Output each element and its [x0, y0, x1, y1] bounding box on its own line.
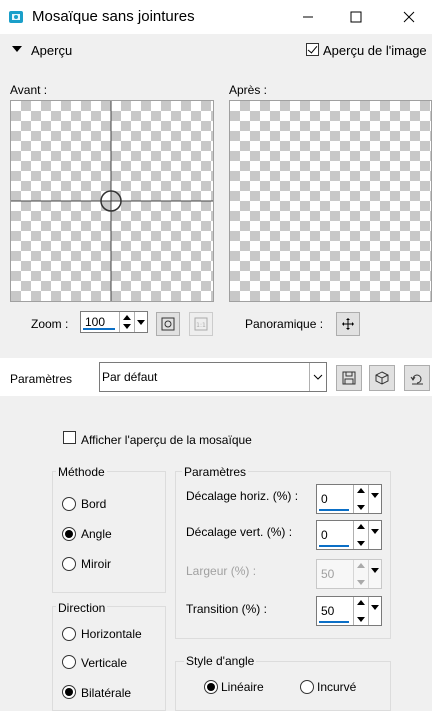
- presets-dropdown-icon[interactable]: [309, 363, 326, 391]
- crosshair-overlay: [11, 101, 213, 301]
- zoom-underline: [83, 328, 115, 330]
- after-preview[interactable]: [229, 100, 432, 302]
- random-preset-button[interactable]: [369, 365, 395, 391]
- method-label-miroir[interactable]: Miroir: [81, 557, 111, 571]
- app-icon: [8, 9, 24, 25]
- presets-selected-value: Par défaut: [102, 370, 158, 384]
- before-preview[interactable]: [10, 100, 214, 302]
- zoom-arrows[interactable]: [119, 312, 133, 332]
- transition-underline: [319, 621, 349, 623]
- method-label-bord[interactable]: Bord: [81, 497, 106, 511]
- corner-style-title: Style d'angle: [184, 654, 257, 668]
- pan-icon: [342, 318, 354, 330]
- zoom-actual-button[interactable]: 1:1: [189, 312, 213, 336]
- h-offset-dropdown-icon[interactable]: [368, 485, 380, 513]
- transition-label: Transition (%) :: [186, 602, 267, 616]
- direction-title: Direction: [56, 601, 108, 615]
- width-label: Largeur (%) :: [186, 564, 257, 578]
- width-arrows: [353, 560, 367, 588]
- direction-radio-horizontale[interactable]: [62, 627, 76, 641]
- v-offset-dropdown-icon[interactable]: [368, 521, 380, 549]
- corner-radio-lineaire[interactable]: [204, 680, 218, 694]
- window-title: Mosaïque sans jointures: [32, 8, 195, 25]
- direction-label-horizontale[interactable]: Horizontale: [81, 627, 142, 641]
- pan-label: Panoramique :: [245, 317, 324, 331]
- maximize-button[interactable]: [333, 0, 379, 34]
- transition-dropdown-icon[interactable]: [368, 597, 380, 625]
- reset-icon: [410, 374, 423, 385]
- v-offset-value[interactable]: 0: [321, 528, 328, 542]
- width-dropdown-icon: [368, 560, 380, 588]
- maximize-icon: [350, 11, 362, 23]
- zoom-value[interactable]: 100: [85, 315, 105, 329]
- zoom-fit-button[interactable]: [156, 312, 180, 336]
- h-offset-stepper[interactable]: 0: [316, 484, 382, 514]
- presets-select[interactable]: Par défaut: [99, 362, 327, 392]
- params-title: Paramètres: [182, 465, 249, 479]
- h-offset-label: Décalage horiz. (%) :: [186, 489, 299, 503]
- corner-label-lineaire[interactable]: Linéaire: [221, 680, 264, 694]
- minimize-button[interactable]: [285, 0, 331, 34]
- collapse-triangle-icon[interactable]: [12, 46, 22, 52]
- save-icon: [342, 371, 356, 385]
- zoom-fit-icon: [161, 317, 175, 331]
- preview-section-label[interactable]: Aperçu: [31, 43, 72, 58]
- direction-radio-verticale[interactable]: [62, 655, 76, 669]
- transition-arrows[interactable]: [353, 597, 367, 625]
- show-tile-preview-checkbox[interactable]: [63, 431, 76, 444]
- transition-stepper[interactable]: 50: [316, 596, 382, 626]
- presets-label: Paramètres: [10, 372, 73, 386]
- direction-label-verticale[interactable]: Verticale: [81, 656, 127, 670]
- minimize-icon: [303, 16, 313, 18]
- width-value: 50: [321, 567, 335, 581]
- h-offset-value[interactable]: 0: [321, 492, 328, 506]
- image-preview-label[interactable]: Aperçu de l'image: [323, 43, 427, 58]
- direction-label-bilaterale[interactable]: Bilatérale: [81, 686, 131, 700]
- pan-button[interactable]: [336, 312, 360, 336]
- width-stepper: 50: [316, 559, 382, 589]
- svg-text:1:1: 1:1: [196, 322, 206, 329]
- method-radio-miroir[interactable]: [62, 557, 76, 571]
- show-tile-preview-label[interactable]: Afficher l'aperçu de la mosaïque: [81, 433, 252, 447]
- corner-radio-incurve[interactable]: [300, 680, 314, 694]
- close-button[interactable]: [386, 0, 432, 34]
- v-offset-stepper[interactable]: 0: [316, 520, 382, 550]
- h-offset-underline: [319, 509, 349, 511]
- h-offset-arrows[interactable]: [353, 485, 367, 513]
- zoom-label: Zoom :: [31, 317, 69, 331]
- image-preview-checkbox[interactable]: [306, 43, 319, 56]
- method-radio-angle[interactable]: [62, 527, 76, 541]
- method-radio-bord[interactable]: [62, 497, 76, 511]
- v-offset-label: Décalage vert. (%) :: [186, 525, 293, 539]
- save-preset-button[interactable]: [336, 365, 362, 391]
- direction-radio-bilaterale[interactable]: [62, 685, 76, 699]
- v-offset-arrows[interactable]: [353, 521, 367, 549]
- v-offset-underline: [319, 545, 349, 547]
- method-title: Méthode: [56, 465, 107, 479]
- close-icon: [403, 11, 415, 23]
- dice-icon: [375, 371, 389, 385]
- method-label-angle[interactable]: Angle: [81, 527, 112, 541]
- zoom-stepper[interactable]: 100: [80, 311, 148, 333]
- before-label: Avant :: [10, 83, 48, 97]
- zoom-actual-icon: 1:1: [194, 317, 208, 331]
- transition-value[interactable]: 50: [321, 604, 334, 618]
- zoom-dropdown-icon[interactable]: [134, 312, 146, 332]
- reset-preset-button[interactable]: [404, 365, 430, 391]
- after-label: Après :: [229, 83, 268, 97]
- corner-label-incurve[interactable]: Incurvé: [317, 680, 356, 694]
